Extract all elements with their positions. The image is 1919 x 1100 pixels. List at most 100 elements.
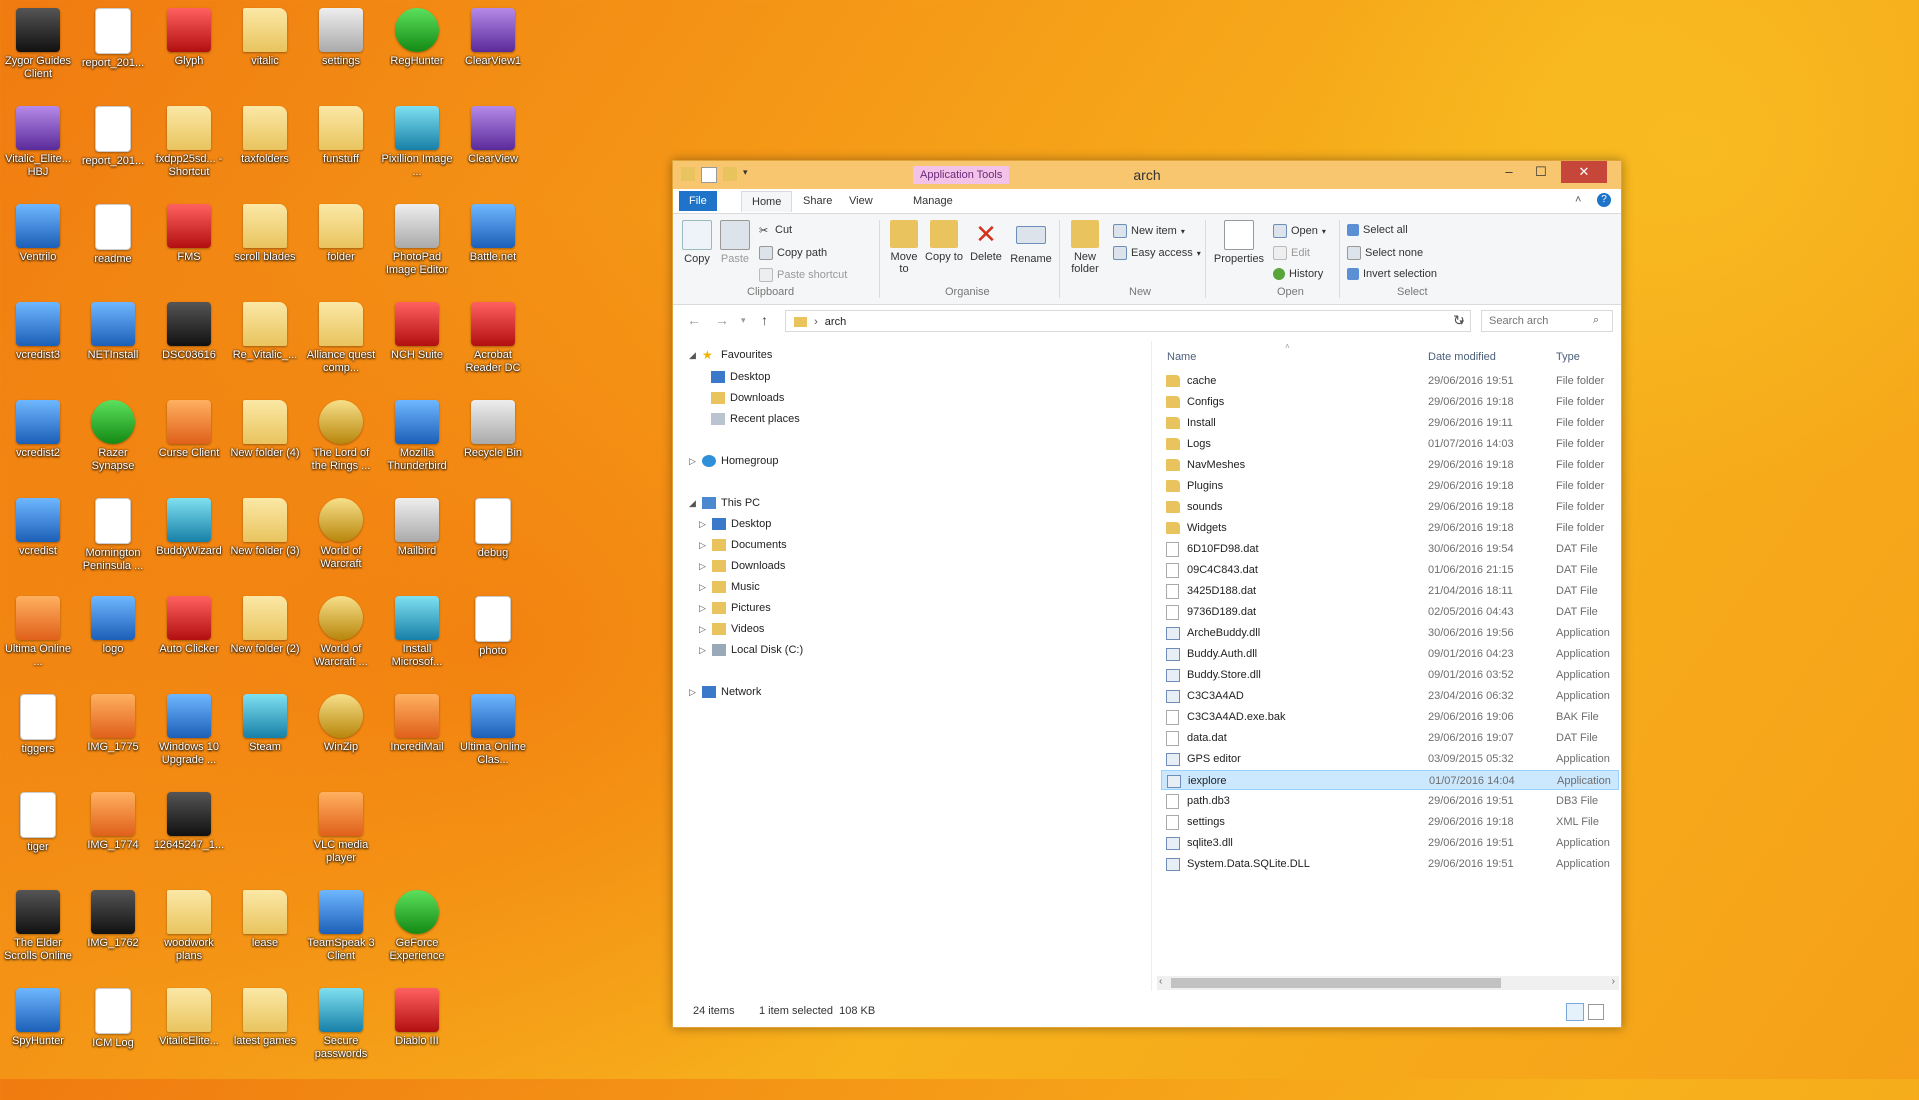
desktop-icon[interactable]: Razer Synapse bbox=[77, 396, 149, 473]
desktop-icon[interactable]: debug bbox=[457, 494, 529, 560]
column-header-name[interactable]: Name bbox=[1167, 351, 1196, 363]
file-row[interactable]: Buddy.Store.dll 09/01/2016 03:52 Applicati… bbox=[1161, 665, 1619, 685]
nav-fav-downloads[interactable]: Downloads bbox=[711, 392, 784, 404]
desktop-icon[interactable]: NETInstall bbox=[77, 298, 149, 362]
expand-arrow-icon[interactable]: ▷ bbox=[699, 603, 707, 614]
delete-button[interactable]: ✕ Delete bbox=[967, 220, 1005, 263]
desktop-icon[interactable]: Re_Vitalic_... bbox=[229, 298, 301, 362]
copy-button[interactable]: Copy bbox=[679, 220, 715, 265]
desktop-icon[interactable]: scroll blades bbox=[229, 200, 301, 264]
close-button[interactable]: ✕ bbox=[1561, 161, 1607, 183]
desktop-icon[interactable]: tiggers bbox=[2, 690, 74, 756]
column-header-date[interactable]: Date modified bbox=[1428, 351, 1496, 363]
file-row[interactable]: Logs 01/07/2016 14:03 File folder bbox=[1161, 434, 1619, 454]
minimize-button[interactable]: – bbox=[1493, 161, 1525, 183]
paste-shortcut-button[interactable]: Paste shortcut bbox=[759, 268, 847, 282]
desktop-icon[interactable]: Secure passwords bbox=[305, 984, 377, 1061]
file-row[interactable]: GPS editor 03/09/2015 05:32 Application bbox=[1161, 749, 1619, 769]
nav-pc-videos[interactable]: ▷ Videos bbox=[699, 623, 764, 635]
desktop-icon[interactable]: VLC media player bbox=[305, 788, 377, 865]
title-bar[interactable]: ▾ Application Tools arch – ☐ ✕ bbox=[673, 161, 1621, 189]
desktop-icon[interactable]: photo bbox=[457, 592, 529, 658]
file-row[interactable]: Widgets 29/06/2016 19:18 File folder bbox=[1161, 518, 1619, 538]
new-item-button[interactable]: New item ▾ bbox=[1113, 224, 1185, 238]
nav-pc-desktop[interactable]: ▷ Desktop bbox=[699, 518, 771, 530]
desktop-icon[interactable]: New folder (4) bbox=[229, 396, 301, 460]
tab-view[interactable]: View bbox=[839, 191, 883, 211]
nav-homegroup[interactable]: ▷ Homegroup bbox=[689, 455, 778, 467]
scroll-right-icon[interactable]: › bbox=[1612, 976, 1615, 987]
desktop-icon[interactable]: NCH Suite bbox=[381, 298, 453, 362]
desktop-icon[interactable]: fxdpp25sd... - Shortcut bbox=[153, 102, 225, 179]
desktop-icon[interactable]: report_201... bbox=[77, 102, 149, 168]
desktop-icon[interactable]: settings bbox=[305, 4, 377, 68]
desktop-icon[interactable]: folder bbox=[305, 200, 377, 264]
desktop-icon[interactable]: World of Warcraft ... bbox=[305, 592, 377, 669]
file-row[interactable]: 6D10FD98.dat 30/06/2016 19:54 DAT File bbox=[1161, 539, 1619, 559]
file-row[interactable]: iexplore 01/07/2016 14:04 Application bbox=[1161, 770, 1619, 790]
paste-button[interactable]: Paste bbox=[717, 220, 753, 265]
file-row[interactable]: Configs 29/06/2016 19:18 File folder bbox=[1161, 392, 1619, 412]
open-button[interactable]: Open ▾ bbox=[1273, 224, 1326, 238]
desktop-icon[interactable]: ClearView1 bbox=[457, 4, 529, 68]
desktop-icon[interactable]: The Lord of the Rings ... bbox=[305, 396, 377, 473]
file-row[interactable]: data.dat 29/06/2016 19:07 DAT File bbox=[1161, 728, 1619, 748]
file-row[interactable]: cache 29/06/2016 19:51 File folder bbox=[1161, 371, 1619, 391]
collapse-arrow-icon[interactable]: ◢ bbox=[689, 498, 697, 509]
nav-fav-desktop[interactable]: Desktop bbox=[711, 371, 770, 383]
desktop-icon[interactable]: DSC03616 bbox=[153, 298, 225, 362]
details-view-icon[interactable] bbox=[1566, 1003, 1584, 1021]
desktop-icon[interactable]: GeForce Experience bbox=[381, 886, 453, 963]
nav-network[interactable]: ▷ Network bbox=[689, 686, 761, 698]
desktop-icon[interactable]: Ultima Online ... bbox=[2, 592, 74, 669]
desktop-icon[interactable]: vcredist2 bbox=[2, 396, 74, 460]
desktop-icon[interactable]: Curse Client bbox=[153, 396, 225, 460]
desktop-icon[interactable]: ClearView bbox=[457, 102, 529, 166]
desktop-icon[interactable]: ICM Log bbox=[77, 984, 149, 1050]
file-row[interactable]: 3425D188.dat 21/04/2016 18:11 DAT File bbox=[1161, 581, 1619, 601]
collapse-arrow-icon[interactable]: ◢ bbox=[689, 350, 697, 361]
expand-arrow-icon[interactable]: ▷ bbox=[699, 519, 707, 530]
nav-fav-recent-places[interactable]: Recent places bbox=[711, 413, 800, 425]
file-row[interactable]: ArcheBuddy.dll 30/06/2016 19:56 Applicatio… bbox=[1161, 623, 1619, 643]
edit-button[interactable]: Edit bbox=[1273, 246, 1310, 260]
expand-arrow-icon[interactable]: ▷ bbox=[699, 645, 707, 656]
desktop-icon[interactable]: vcredist3 bbox=[2, 298, 74, 362]
horizontal-scrollbar[interactable]: ‹ › bbox=[1157, 976, 1619, 990]
large-icons-view-icon[interactable] bbox=[1588, 1004, 1604, 1020]
expand-arrow-icon[interactable]: ▷ bbox=[689, 456, 697, 467]
desktop-icon[interactable]: tiger bbox=[2, 788, 74, 854]
nav-this-pc[interactable]: ◢ This PC bbox=[689, 497, 760, 509]
desktop-icon[interactable]: Vitalic_Elite... HBJ bbox=[2, 102, 74, 179]
properties-button[interactable]: Properties bbox=[1211, 220, 1267, 265]
desktop-icon[interactable]: IMG_1775 bbox=[77, 690, 149, 754]
desktop-icon[interactable]: Glyph bbox=[153, 4, 225, 68]
desktop-icon[interactable]: Acrobat Reader DC bbox=[457, 298, 529, 375]
up-icon[interactable]: ↑ bbox=[761, 312, 768, 328]
expand-arrow-icon[interactable]: ▷ bbox=[689, 687, 697, 698]
file-row[interactable]: Buddy.Auth.dll 09/01/2016 04:23 Applicatio… bbox=[1161, 644, 1619, 664]
recent-locations-icon[interactable]: ▾ bbox=[741, 315, 746, 326]
desktop-icon[interactable]: funstuff bbox=[305, 102, 377, 166]
desktop-icon[interactable]: RegHunter bbox=[381, 4, 453, 68]
pane-splitter[interactable] bbox=[1151, 341, 1152, 991]
desktop-icon[interactable]: TeamSpeak 3 Client bbox=[305, 886, 377, 963]
file-row[interactable]: System.Data.SQLite.DLL 29/06/2016 19:51 Ap… bbox=[1161, 854, 1619, 874]
back-icon[interactable]: ← bbox=[687, 312, 701, 328]
tab-file[interactable]: File bbox=[679, 191, 717, 211]
address-bar[interactable]: › arch ▾ bbox=[785, 310, 1471, 332]
rename-button[interactable]: Rename bbox=[1009, 220, 1053, 265]
help-icon[interactable]: ? bbox=[1597, 193, 1611, 207]
desktop-icon[interactable]: VitalicElite... bbox=[153, 984, 225, 1048]
file-row[interactable]: settings 29/06/2016 19:18 XML File bbox=[1161, 812, 1619, 832]
breadcrumb-arch[interactable]: arch bbox=[825, 316, 846, 328]
desktop-icon[interactable]: Pixillion Image ... bbox=[381, 102, 453, 179]
forward-icon[interactable]: → bbox=[715, 312, 729, 328]
expand-arrow-icon[interactable]: ▷ bbox=[699, 624, 707, 635]
desktop-icon[interactable]: New folder (2) bbox=[229, 592, 301, 656]
copy-path-button[interactable]: Copy path bbox=[759, 246, 827, 260]
desktop-icon[interactable]: IMG_1762 bbox=[77, 886, 149, 950]
desktop-icon[interactable]: BuddyWizard bbox=[153, 494, 225, 558]
desktop-icon[interactable]: Zygor Guides Client bbox=[2, 4, 74, 81]
desktop-icon[interactable]: readme bbox=[77, 200, 149, 266]
